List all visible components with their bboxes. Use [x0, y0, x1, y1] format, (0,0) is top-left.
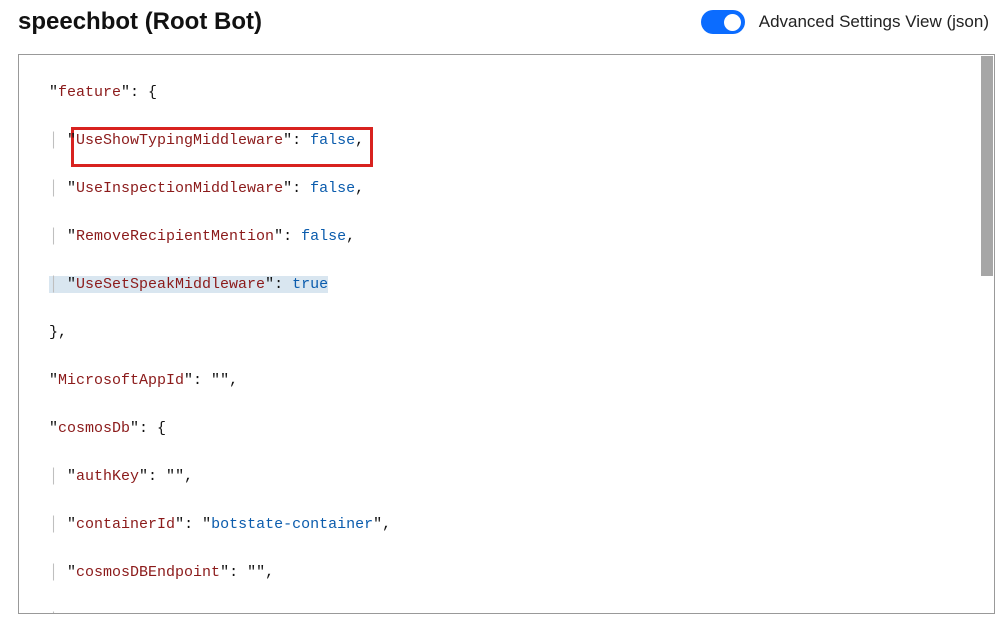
advanced-settings-toggle-area: Advanced Settings View (json) [701, 10, 989, 34]
page-header: speechbot (Root Bot) Advanced Settings V… [0, 0, 1005, 54]
json-editor[interactable]: "feature": { │ "UseShowTypingMiddleware"… [18, 54, 995, 614]
toggle-knob-icon [724, 14, 741, 31]
page-title: speechbot (Root Bot) [18, 8, 262, 36]
advanced-settings-toggle-label: Advanced Settings View (json) [759, 12, 989, 32]
advanced-settings-toggle[interactable] [701, 10, 745, 34]
editor-content[interactable]: "feature": { │ "UseShowTypingMiddleware"… [19, 55, 994, 614]
